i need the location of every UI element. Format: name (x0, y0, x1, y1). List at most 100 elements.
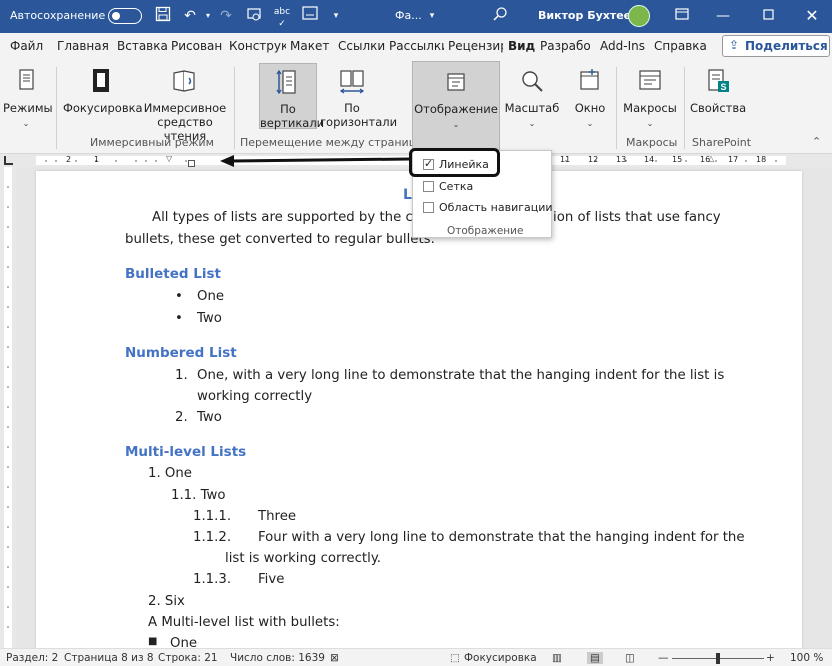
tab-selector-icon[interactable] (4, 156, 13, 165)
chevron-down-icon: ⌄ (452, 120, 460, 129)
ribbon-display-icon[interactable] (672, 6, 692, 26)
tab-layout[interactable]: Макет (290, 39, 329, 53)
immersive-reader-icon (173, 70, 195, 92)
tab-references[interactable]: Ссылки (338, 39, 385, 53)
tab-help[interactable]: Справка (654, 39, 707, 53)
vertical-button[interactable]: По вертикали (259, 63, 324, 130)
redo-icon[interactable]: ↷ (216, 6, 236, 26)
zoom-button[interactable]: Масштаб ⌄ (504, 67, 560, 131)
ruler-label: 1 (94, 155, 100, 164)
document-workspace[interactable]: L All types of lists are supported by th… (16, 167, 832, 648)
zoom-level[interactable]: 100 % (790, 652, 823, 664)
autosave-toggle[interactable] (108, 8, 142, 24)
undo-icon[interactable]: ↶ (180, 6, 200, 26)
save-icon[interactable] (153, 6, 173, 26)
document-filename[interactable]: Фа... (395, 9, 422, 22)
read-mode-icon[interactable]: ▥ (552, 652, 562, 664)
tab-file[interactable]: Файл (10, 39, 43, 53)
window-button[interactable]: Окно ⌄ (568, 67, 612, 131)
properties-button[interactable]: S Свойства (690, 67, 746, 129)
status-bar: Раздел: 2 Страница 8 из 8 Строка: 21 Чис… (0, 648, 832, 666)
search-icon[interactable] (490, 6, 510, 26)
tab-mailings[interactable]: Рассылки (389, 39, 444, 53)
line-indicator[interactable]: Строка: 21 (158, 652, 218, 664)
user-name[interactable]: Виктор Бухтеев (538, 9, 638, 22)
square-bullet-icon: ■ (148, 636, 158, 647)
tab-insert[interactable]: Вставка (117, 39, 168, 53)
web-layout-icon[interactable]: ◫ (625, 652, 635, 664)
sharepoint-properties-icon: S (708, 69, 729, 92)
macros-icon (639, 70, 661, 90)
read-mode-icon[interactable] (300, 6, 320, 26)
user-avatar[interactable] (628, 5, 650, 27)
list-marker: 2. (175, 410, 188, 425)
bullet-icon: • (175, 311, 183, 326)
print-layout-icon[interactable]: ▤ (587, 652, 603, 664)
close-icon[interactable]: ✕ (802, 6, 822, 26)
filename-dropdown-icon[interactable]: ▾ (422, 6, 442, 26)
list-item: Four with a very long line to demonstrat… (258, 530, 745, 545)
group-label-sharepoint: SharePoint (692, 136, 752, 149)
side-to-side-button[interactable]: По горизонтали (320, 67, 397, 129)
left-indent-marker[interactable] (188, 160, 195, 167)
immersive-reader-label-1: Иммерсивное (143, 101, 227, 115)
ruler-label: 14 (644, 155, 655, 164)
share-button[interactable]: ⇪ Поделиться (722, 35, 830, 57)
accessibility-icon[interactable]: ⊠ (330, 652, 339, 664)
focus-button[interactable]: Фокусировка (63, 67, 143, 129)
vertical-label-2: вертикали (260, 116, 325, 130)
navigation-pane-checkbox[interactable]: Область навигации (423, 201, 553, 214)
list-item-continued: list is working correctly. (225, 551, 382, 566)
tab-draw[interactable]: Рисован (171, 39, 225, 53)
ruler-label: 2 (66, 155, 72, 164)
customize-qat-icon[interactable]: ▾ (326, 6, 346, 26)
section-indicator[interactable]: Раздел: 2 (6, 652, 58, 664)
maximize-icon[interactable] (758, 6, 778, 26)
tab-home[interactable]: Главная (57, 39, 109, 53)
list-marker: 1.1.2. (193, 530, 232, 545)
tab-review[interactable]: Рецензир (448, 39, 503, 53)
tab-developer[interactable]: Разрабо (540, 39, 594, 53)
show-button[interactable]: Отображение ⌄ (412, 61, 500, 151)
macros-button[interactable]: Макросы ⌄ (622, 67, 678, 131)
dropdown-group-label: Отображение (447, 225, 524, 237)
tab-add-ins[interactable]: Add-Ins (600, 39, 645, 53)
word-count[interactable]: Число слов: 1639 (230, 652, 325, 664)
touch-mode-icon[interactable] (244, 6, 264, 26)
heading-multi-level-lists: Multi-level Lists (125, 444, 247, 460)
focus-label: Фокусировка (63, 101, 143, 115)
tab-view[interactable]: Вид (508, 39, 535, 53)
right-indent-marker[interactable]: △ (708, 154, 714, 163)
immersive-reader-button[interactable]: Иммерсивное средство чтения (142, 67, 228, 143)
list-item: Five (258, 572, 285, 587)
divider (684, 67, 685, 149)
minimize-icon[interactable]: — (713, 6, 733, 26)
tab-design[interactable]: Конструк (229, 39, 286, 53)
zoom-out-button[interactable]: — (658, 652, 669, 664)
undo-dropdown-icon[interactable]: ▾ (198, 6, 218, 26)
page-indicator[interactable]: Страница 8 из 8 (64, 652, 154, 664)
vertical-ruler[interactable] (0, 167, 16, 648)
first-line-indent-marker[interactable]: ▽ (166, 154, 172, 163)
intro-text: All types of lists are supported by the … (152, 210, 438, 225)
list-item: Three (258, 509, 297, 524)
window-icon (580, 69, 599, 90)
zoom-slider-thumb[interactable] (716, 653, 720, 664)
show-icon (447, 73, 465, 91)
gridlines-checkbox[interactable]: Сетка (423, 180, 473, 193)
checkbox-icon (423, 181, 434, 192)
ruler-label: 13 (616, 155, 627, 164)
zoom-in-button[interactable]: + (766, 652, 775, 664)
views-button[interactable]: Режимы ⌄ (3, 67, 53, 131)
collapse-ribbon-icon[interactable]: ⌃ (812, 135, 821, 148)
spelling-icon[interactable]: abc ✓ (272, 6, 292, 29)
document-title: L (403, 187, 412, 203)
focus-mode-icon[interactable]: ⬚ (450, 652, 460, 664)
share-label: Поделиться (745, 39, 828, 53)
ruler-label: 15 (672, 155, 683, 164)
document-page[interactable]: L All types of lists are supported by th… (36, 171, 802, 648)
focus-mode-label[interactable]: Фокусировка (464, 652, 537, 664)
document-view-icon (19, 69, 34, 90)
side-to-side-label-1: По (344, 101, 360, 115)
ruler-label: 12 (588, 155, 599, 164)
